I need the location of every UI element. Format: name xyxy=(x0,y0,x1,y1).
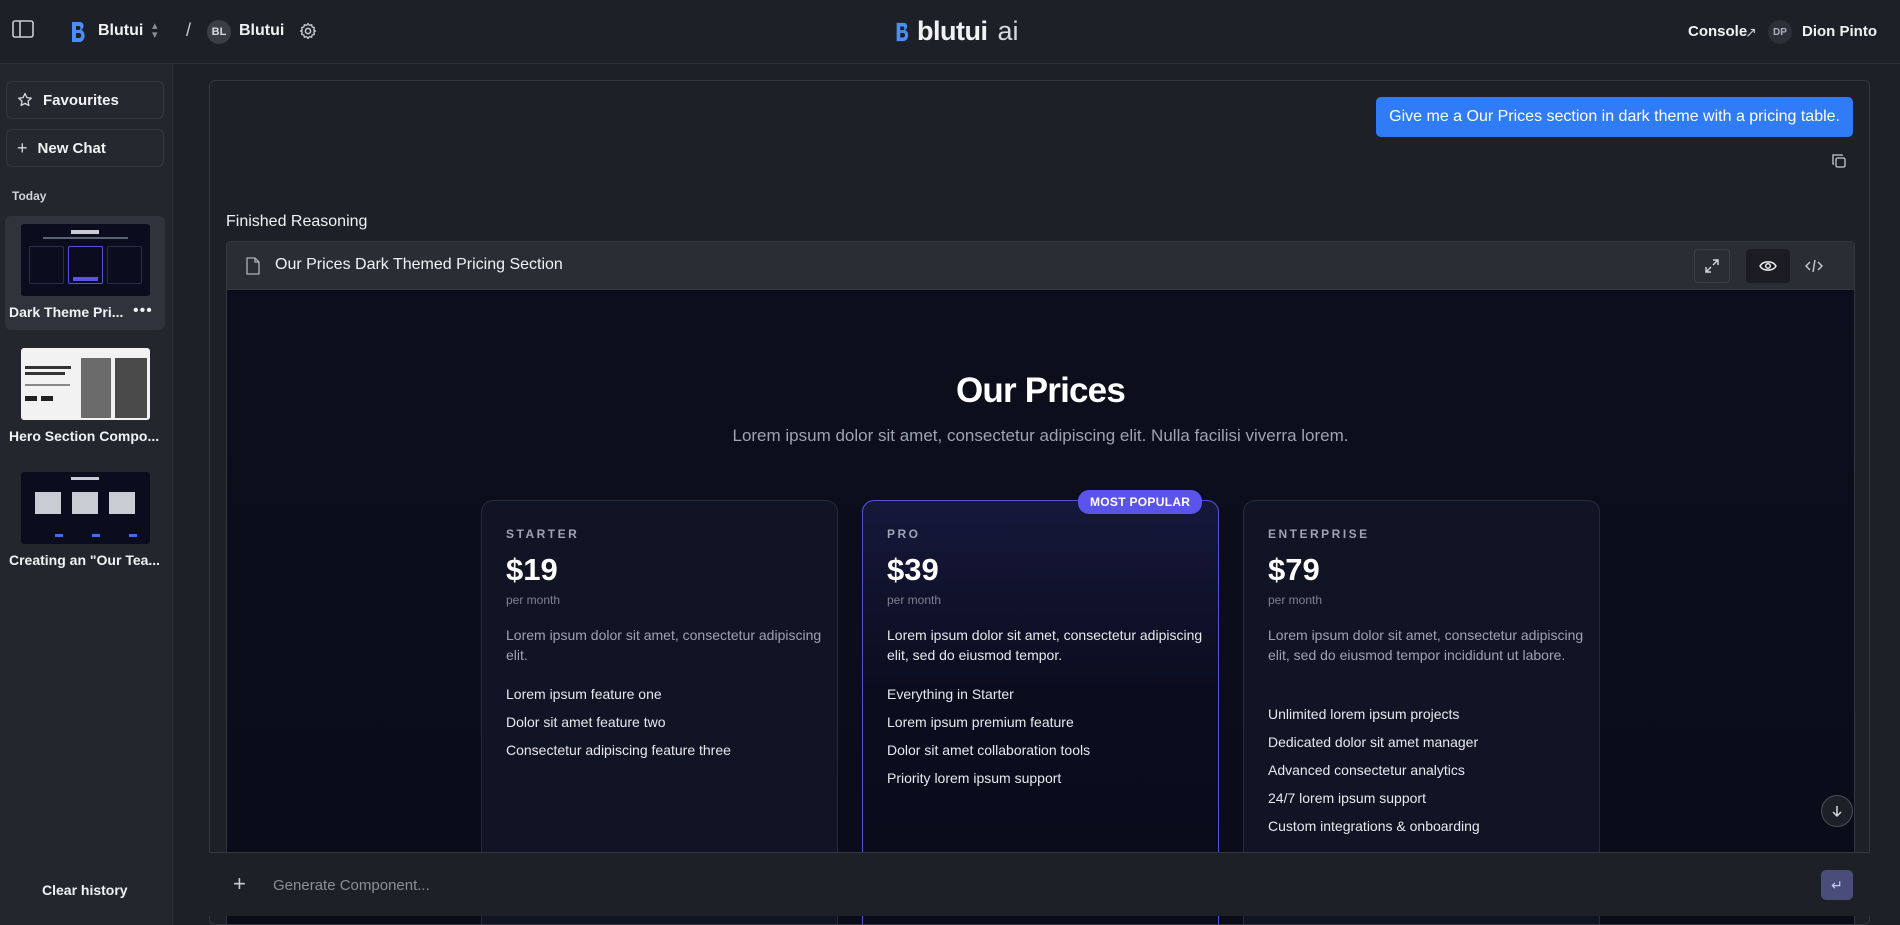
brand-name: blutui xyxy=(917,16,988,46)
feature-item: Everything in Starter xyxy=(887,686,1014,702)
reasoning-status[interactable]: Finished Reasoning xyxy=(226,213,367,231)
artifact-panel: Our Prices Dark Themed Pricing Section O… xyxy=(226,241,1855,924)
history-item-label: Hero Section Compo... xyxy=(9,428,159,444)
plan-price: $19 xyxy=(506,552,558,587)
plan-description: Lorem ipsum dolor sit amet, consectetur … xyxy=(887,627,1203,663)
console-link[interactable]: Console xyxy=(1688,23,1747,40)
plan-tier: ENTERPRISE xyxy=(1268,527,1370,541)
pricing-title: Our Prices xyxy=(955,371,1126,410)
history-item[interactable]: Dark Theme Pri... ••• xyxy=(5,216,165,330)
plan-description: Lorem ipsum dolor sit amet, consectetur … xyxy=(1268,627,1584,663)
preview-toggle-button[interactable] xyxy=(1746,249,1790,283)
feature-item: Lorem ipsum premium feature xyxy=(887,714,1074,730)
favourites-button[interactable]: Favourites xyxy=(6,81,164,119)
external-link-icon: ↗ xyxy=(1745,24,1757,40)
feature-list: Lorem ipsum feature one Dolor sit amet f… xyxy=(506,684,731,768)
workspace-logo-icon xyxy=(72,22,85,42)
workspace-switch-icon[interactable]: ▴ ▾ xyxy=(152,21,158,41)
avatar[interactable]: DP xyxy=(1768,20,1792,44)
brand-logo: blutui ai xyxy=(893,16,1019,47)
feature-item: Consectetur adipiscing feature three xyxy=(506,742,731,758)
feature-item: Dolor sit amet feature two xyxy=(506,714,666,730)
breadcrumb-separator: / xyxy=(186,20,192,40)
history-item[interactable]: Creating an "Our Tea... xyxy=(5,464,165,578)
history-thumbnail xyxy=(21,224,150,296)
workspace-name[interactable]: Blutui xyxy=(98,22,143,40)
scroll-down-button[interactable] xyxy=(1821,795,1853,827)
plan-tier: PRO xyxy=(887,527,921,541)
plan-period: per month xyxy=(506,593,561,607)
feature-item: 24/7 lorem ipsum support xyxy=(1268,790,1426,806)
plus-icon: + xyxy=(17,137,28,158)
clear-history-button[interactable]: Clear history xyxy=(42,882,128,898)
project-name[interactable]: Blutui xyxy=(239,22,284,40)
feature-item: Custom integrations & onboarding xyxy=(1268,818,1480,834)
history-item[interactable]: Hero Section Compo... xyxy=(5,340,165,454)
feature-item: Advanced consectetur analytics xyxy=(1268,762,1465,778)
send-button[interactable]: ↵ xyxy=(1821,870,1853,900)
plan-price: $39 xyxy=(887,552,939,587)
copy-icon[interactable] xyxy=(1831,153,1847,169)
most-popular-badge: MOST POPULAR xyxy=(1078,490,1203,514)
plan-tier: STARTER xyxy=(506,527,580,541)
star-icon xyxy=(18,92,32,107)
history-item-label: Creating an "Our Tea... xyxy=(9,552,159,568)
feature-item: Priority lorem ipsum support xyxy=(887,770,1062,786)
favourites-label: Favourites xyxy=(43,91,119,109)
pricing-subtitle: Lorem ipsum dolor sit amet, consectetur … xyxy=(732,426,1349,445)
new-chat-label: New Chat xyxy=(37,139,106,157)
expand-button[interactable] xyxy=(1694,249,1730,283)
expand-icon xyxy=(1705,259,1719,273)
plan-period: per month xyxy=(887,593,942,607)
artifact-title: Our Prices Dark Themed Pricing Section xyxy=(275,256,563,273)
chat-panel: Give me a Our Prices section in dark the… xyxy=(209,80,1870,925)
feature-list: Unlimited lorem ipsum projects Dedicated… xyxy=(1268,704,1480,844)
new-chat-button[interactable]: + New Chat xyxy=(6,129,164,167)
plan-period: per month xyxy=(1268,593,1323,607)
gear-icon[interactable] xyxy=(299,22,317,40)
code-toggle-button[interactable] xyxy=(1796,249,1832,283)
feature-item: Lorem ipsum feature one xyxy=(506,686,662,702)
feature-item: Dedicated dolor sit amet manager xyxy=(1268,734,1479,750)
document-icon xyxy=(246,257,260,275)
arrow-down-icon xyxy=(1832,806,1842,818)
history-section-today: Today xyxy=(12,189,47,203)
user-name[interactable]: Dion Pinto xyxy=(1802,23,1877,40)
feature-item: Dolor sit amet collaboration tools xyxy=(887,742,1091,758)
enter-icon: ↵ xyxy=(1831,876,1843,893)
top-bar: Blutui ▴ ▾ / BL Blutui blutui ai Console … xyxy=(0,0,1900,64)
more-options-icon[interactable]: ••• xyxy=(133,302,153,320)
feature-item: Unlimited lorem ipsum projects xyxy=(1268,706,1460,722)
history-thumbnail xyxy=(21,472,150,544)
user-message: Give me a Our Prices section in dark the… xyxy=(1376,97,1853,137)
code-icon xyxy=(1805,259,1823,273)
brand-suffix: ai xyxy=(997,16,1019,46)
attach-plus-icon[interactable]: + xyxy=(233,871,246,897)
sidebar-toggle-icon[interactable] xyxy=(12,20,34,38)
brand-b-icon xyxy=(896,22,909,41)
component-preview: Our Prices Lorem ipsum dolor sit amet, c… xyxy=(227,291,1854,924)
history-item-label: Dark Theme Pri... xyxy=(9,304,124,320)
artifact-header: Our Prices Dark Themed Pricing Section xyxy=(227,242,1854,290)
prompt-input[interactable] xyxy=(273,875,1673,895)
plan-description: Lorem ipsum dolor sit amet, consectetur … xyxy=(506,627,822,663)
sidebar: Favourites + New Chat Today Dark Theme P… xyxy=(0,64,173,925)
feature-list: Everything in Starter Lorem ipsum premiu… xyxy=(887,684,1090,796)
project-avatar: BL xyxy=(207,20,231,44)
history-thumbnail xyxy=(21,348,150,420)
eye-icon xyxy=(1759,261,1777,271)
plan-price: $79 xyxy=(1268,552,1320,587)
composer: + ↵ xyxy=(209,852,1870,916)
